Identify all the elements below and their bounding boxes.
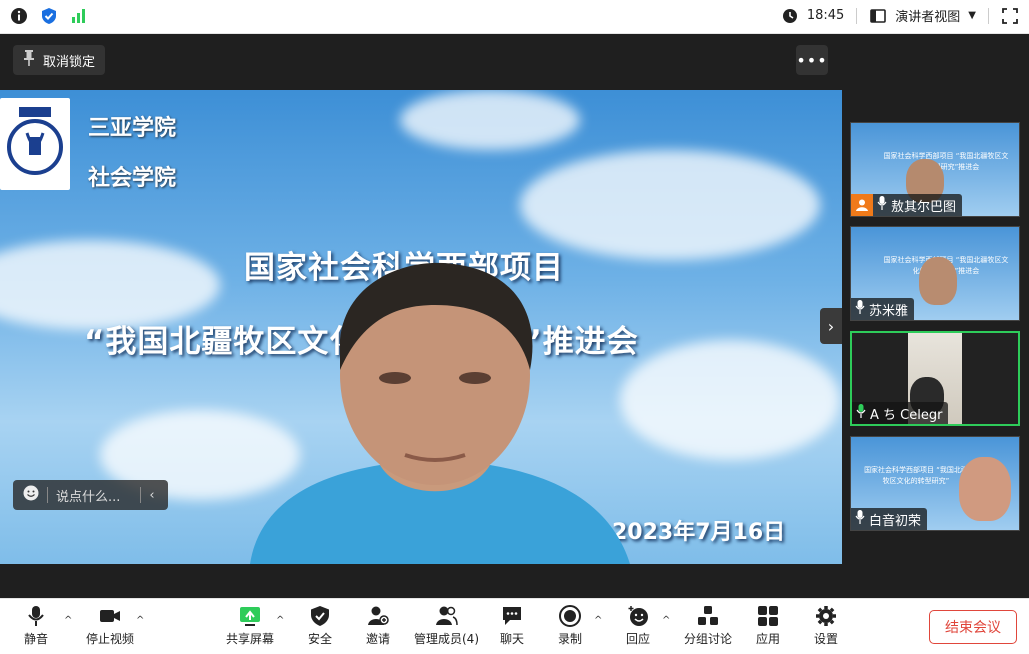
participant-tile[interactable]: 国家社会科学西部项目 “我国北疆牧区文化的转型研究”推进会 敖其尔巴图 [850,122,1020,217]
manage-members-button[interactable]: 管理成员(4) [414,605,479,647]
emoji-icon[interactable] [23,485,39,505]
college-name: 社会学院 [88,166,177,191]
divider [856,7,858,24]
fullscreen-icon[interactable] [1001,7,1019,25]
security-label: 安全 [308,632,333,646]
speaker-view-icon[interactable] [869,7,887,25]
mic-icon [855,300,865,318]
participant-name: 苏米雅 [869,303,909,319]
unpin-button[interactable]: 取消锁定 [13,45,106,75]
apps-button[interactable]: 应用 [756,605,780,647]
main-video-stage: 取消锁定 ••• 三亚学院 社会学院 国家社会科学西部项目 “我国北疆牧区文化的… [0,34,842,598]
participant-name-tag: 白音初荣 [851,508,928,530]
breakout-rooms-button[interactable]: 分组讨论 [684,605,732,647]
pin-icon [23,50,35,70]
avatar-icon [851,194,873,216]
school-name: 三亚学院 [88,116,177,141]
add-user-icon [368,606,389,625]
members-icon [435,606,458,626]
chat-input-box[interactable]: 说点什么... ‹ [13,480,168,510]
top-right-controls: 18:45 演讲者视图 ▼ [781,6,1019,25]
share-options-chevron-icon[interactable]: ^ [276,615,284,626]
tile-slide-text: 国家社会科学西部项目 “我国北疆牧区文化的转型研究”推进会 [883,152,1009,171]
more-options-button[interactable]: ••• [796,45,828,75]
mic-active-icon [856,404,866,422]
security-button[interactable]: 安全 [308,605,332,647]
breakout-rooms-icon [698,606,718,625]
mute-label: 静音 [24,632,49,646]
mic-icon [855,510,865,528]
meeting-time: 18:45 [806,8,845,23]
chat-placeholder: 说点什么... [56,489,121,505]
info-icon[interactable] [10,7,28,25]
slide-date: 2023年7月16日 [612,520,786,545]
settings-button[interactable]: 设置 [814,605,838,647]
stop-video-button[interactable]: 停止视频 [86,605,134,647]
chat-label: 聊天 [500,632,525,646]
participant-tile[interactable]: 国家社会科学西部项目 “我国北疆牧区文化的转型研究”推进会 苏米雅 [850,226,1020,321]
university-logo [0,98,70,190]
stop-video-label: 停止视频 [86,632,135,646]
share-screen-label: 共享屏幕 [226,632,275,646]
participant-name: A ち Celegr [870,407,943,423]
view-label[interactable]: 演讲者视图 [895,6,960,25]
share-screen-icon [240,607,260,626]
reactions-button[interactable]: 回应 [626,605,650,647]
chevron-down-icon[interactable]: ▼ [968,10,976,21]
settings-label: 设置 [814,632,839,646]
participant-strip: 国家社会科学西部项目 “我国北疆牧区文化的转型研究”推进会 敖其尔巴图 国家社会… [842,34,1029,598]
record-label: 录制 [558,632,583,646]
audio-options-chevron-icon[interactable]: ^ [64,615,72,626]
participant-tile-active-speaker[interactable]: A ち Celegr [850,331,1020,426]
participant-name-tag: 苏米雅 [851,298,915,320]
invite-label: 邀请 [366,632,391,646]
shield-icon [311,606,329,626]
chat-button[interactable]: 聊天 [500,605,524,647]
participant-name-tag: 敖其尔巴图 [851,194,963,216]
participant-face [959,457,1011,521]
microphone-icon [28,606,44,626]
video-options-chevron-icon[interactable]: ^ [136,615,144,626]
speaker-video [250,262,630,564]
record-button[interactable]: 录制 [558,605,582,647]
apps-grid-icon [758,606,778,626]
reactions-options-chevron-icon[interactable]: ^ [662,615,670,626]
divider [140,487,142,503]
video-camera-icon [100,610,120,622]
meeting-toolbar: 静音 ^ 停止视频 ^ 共享屏幕 ^ 安全 邀请 管理成员(4) 聊天 录制 ^… [0,598,1029,654]
status-icons [10,7,88,25]
reaction-emoji-icon [628,606,648,626]
participant-face [919,257,957,305]
unpin-label: 取消锁定 [43,54,96,70]
participant-name: 敖其尔巴图 [891,199,957,215]
participant-tile[interactable]: 国家社会科学西部项目 “我国北疆牧区文化的转型研究” 白音初荣 [850,436,1020,531]
expand-gallery-button[interactable]: › [820,308,842,344]
record-icon [559,605,581,627]
breakout-rooms-label: 分组讨论 [684,632,733,646]
mic-icon [877,196,887,214]
invite-button[interactable]: 邀请 [366,605,390,647]
apps-label: 应用 [756,632,781,646]
divider [47,487,48,503]
signal-icon[interactable] [70,7,88,25]
participant-name: 白音初荣 [869,513,922,529]
collapse-chat-icon[interactable]: ‹ [149,488,154,503]
mute-button[interactable]: 静音 [24,605,48,647]
divider [988,7,989,24]
cloud [520,150,820,260]
participant-name-tag: A ち Celegr [852,402,949,424]
manage-members-label: 管理成员(4) [414,632,479,646]
reactions-label: 回应 [626,632,651,646]
record-options-chevron-icon[interactable]: ^ [594,615,602,626]
end-meeting-button[interactable]: 结束会议 [929,610,1017,644]
top-bar: 18:45 演讲者视图 ▼ [0,0,1029,34]
shield-check-icon[interactable] [40,7,58,25]
clock-icon [781,7,799,25]
cloud [400,90,580,150]
gear-icon [816,606,836,626]
tile-slide-text: 国家社会科学西部项目 “我国北疆牧区文化的转型研究” [864,466,968,485]
chat-bubble-icon [503,607,521,625]
share-screen-button[interactable]: 共享屏幕 [226,605,274,647]
cloud [620,340,840,460]
